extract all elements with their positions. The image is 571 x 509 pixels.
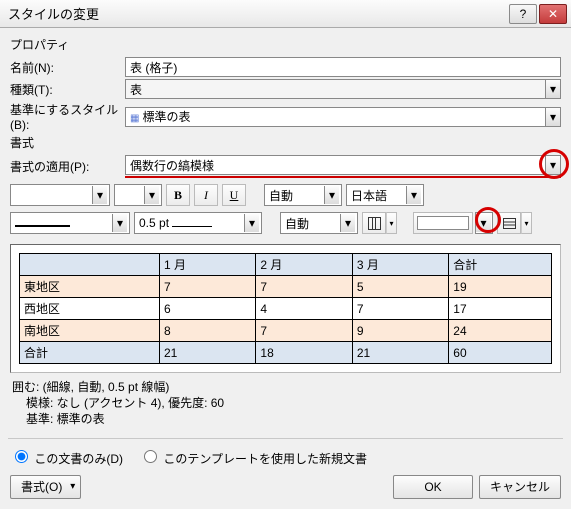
ok-button[interactable]: OK bbox=[393, 475, 473, 499]
table-cell: 7 bbox=[159, 276, 255, 298]
table-preview: 1 月2 月3 月合計東地区77519西地区64717南地区87924合計211… bbox=[10, 244, 561, 373]
table-cell: 21 bbox=[159, 342, 255, 364]
table-icon: ▦ bbox=[130, 113, 139, 124]
line-style-select[interactable]: ▾ bbox=[10, 212, 130, 234]
chevron-down-icon: ▾ bbox=[406, 186, 421, 204]
radio-doc-only[interactable]: この文書のみ(D) bbox=[10, 447, 123, 467]
fill-color-swatch[interactable] bbox=[413, 212, 473, 234]
table-cell: 7 bbox=[256, 320, 352, 342]
font-family-select[interactable]: ▾ bbox=[10, 184, 110, 206]
table-cell: 18 bbox=[256, 342, 352, 364]
table-cell: 8 bbox=[159, 320, 255, 342]
apply-format-select[interactable]: 偶数行の縞模様▾ bbox=[125, 155, 561, 175]
underline-button[interactable]: U bbox=[222, 184, 246, 206]
table-cell: 5 bbox=[352, 276, 448, 298]
table-cell: 19 bbox=[449, 276, 552, 298]
table-cell: 24 bbox=[449, 320, 552, 342]
radio-template[interactable]: このテンプレートを使用した新規文書 bbox=[139, 447, 367, 467]
table-cell: 21 bbox=[352, 342, 448, 364]
table-header-cell: 3 月 bbox=[352, 254, 448, 276]
chevron-down-icon[interactable]: ▾ bbox=[545, 80, 560, 98]
type-label: 種類(T): bbox=[10, 81, 125, 98]
divider bbox=[8, 438, 563, 439]
name-label: 名前(N): bbox=[10, 59, 125, 76]
cancel-button[interactable]: キャンセル bbox=[479, 475, 561, 499]
table-cell: 7 bbox=[352, 298, 448, 320]
table-header-cell bbox=[20, 254, 160, 276]
close-button[interactable]: ✕ bbox=[539, 4, 567, 24]
chevron-down-icon: ▾ bbox=[112, 214, 127, 232]
table-cell: 東地区 bbox=[20, 276, 160, 298]
type-select: 表▾ bbox=[125, 79, 561, 99]
table-cell: 17 bbox=[449, 298, 552, 320]
format-header: 書式 bbox=[10, 134, 561, 151]
chevron-down-icon: ▾ bbox=[144, 186, 159, 204]
borders-icon bbox=[368, 217, 381, 230]
bold-button[interactable]: B bbox=[166, 184, 190, 206]
fill-dropdown[interactable]: ▾ bbox=[475, 212, 493, 234]
chevron-down-icon: ▾ bbox=[340, 214, 355, 232]
shading-icon bbox=[503, 218, 516, 229]
shading-button[interactable]: ▾ bbox=[497, 212, 532, 234]
chevron-down-icon[interactable]: ▾ bbox=[545, 156, 560, 174]
language-select[interactable]: 日本語▾ bbox=[346, 184, 424, 206]
table-cell: 7 bbox=[256, 276, 352, 298]
italic-button[interactable]: I bbox=[194, 184, 218, 206]
help-button[interactable]: ? bbox=[509, 4, 537, 24]
table-cell: 4 bbox=[256, 298, 352, 320]
chevron-down-icon: ▾ bbox=[244, 214, 259, 232]
chevron-down-icon: ▾ bbox=[324, 186, 339, 204]
format-button[interactable]: 書式(O) bbox=[10, 475, 81, 499]
based-on-select[interactable]: ▦標準の表▾ bbox=[125, 107, 561, 127]
style-summary: 囲む: (細線, 自動, 0.5 pt 線幅) 模様: なし (アクセント 4)… bbox=[12, 379, 559, 428]
based-on-label: 基準にするスタイル(B): bbox=[10, 101, 125, 132]
font-color-select[interactable]: 自動▾ bbox=[264, 184, 342, 206]
table-cell: 60 bbox=[449, 342, 552, 364]
window-title: スタイルの変更 bbox=[8, 4, 507, 23]
font-size-select[interactable]: ▾ bbox=[114, 184, 162, 206]
table-header-cell: 2 月 bbox=[256, 254, 352, 276]
line-color-select[interactable]: 自動▾ bbox=[280, 212, 358, 234]
borders-button[interactable]: ▾ bbox=[362, 212, 397, 234]
table-header-cell: 1 月 bbox=[159, 254, 255, 276]
chevron-down-icon[interactable]: ▾ bbox=[545, 108, 560, 126]
apply-label: 書式の適用(P): bbox=[10, 158, 125, 175]
table-header-cell: 合計 bbox=[449, 254, 552, 276]
table-cell: 合計 bbox=[20, 342, 160, 364]
title-bar: スタイルの変更 ? ✕ bbox=[0, 0, 571, 28]
table-cell: 南地区 bbox=[20, 320, 160, 342]
table-cell: 9 bbox=[352, 320, 448, 342]
line-weight-select[interactable]: 0.5 pt ▾ bbox=[134, 212, 262, 234]
chevron-down-icon: ▾ bbox=[476, 214, 491, 232]
properties-header: プロパティ bbox=[10, 36, 561, 53]
table-cell: 6 bbox=[159, 298, 255, 320]
chevron-down-icon: ▾ bbox=[92, 186, 107, 204]
table-cell: 西地区 bbox=[20, 298, 160, 320]
name-input[interactable]: 表 (格子) bbox=[125, 57, 561, 77]
